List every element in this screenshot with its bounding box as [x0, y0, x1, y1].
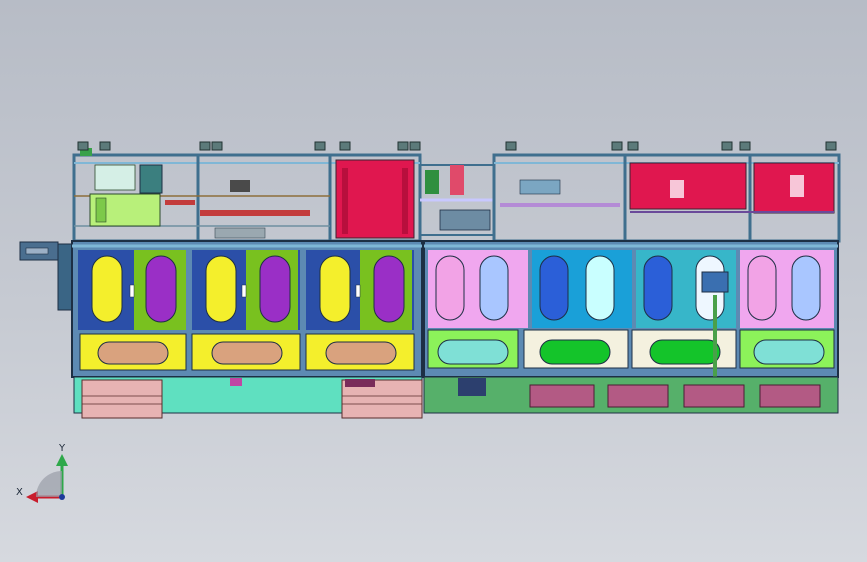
center-connector	[419, 164, 495, 236]
axis-label-x: X	[16, 487, 23, 498]
upper-red-cabinet-right-1	[629, 162, 747, 210]
inlet-slot	[25, 247, 49, 255]
coordinate-triad	[26, 454, 68, 503]
right-station-2	[523, 250, 632, 369]
left-machine	[19, 141, 423, 419]
left-station-2	[191, 250, 301, 371]
right-station-1	[427, 250, 528, 369]
left-station-3	[305, 250, 415, 371]
axis-label-y: Y	[59, 443, 66, 454]
right-machine	[423, 141, 841, 414]
right-station-4	[739, 250, 835, 369]
left-station-1	[78, 250, 187, 371]
cad-viewport[interactable]	[0, 0, 867, 562]
